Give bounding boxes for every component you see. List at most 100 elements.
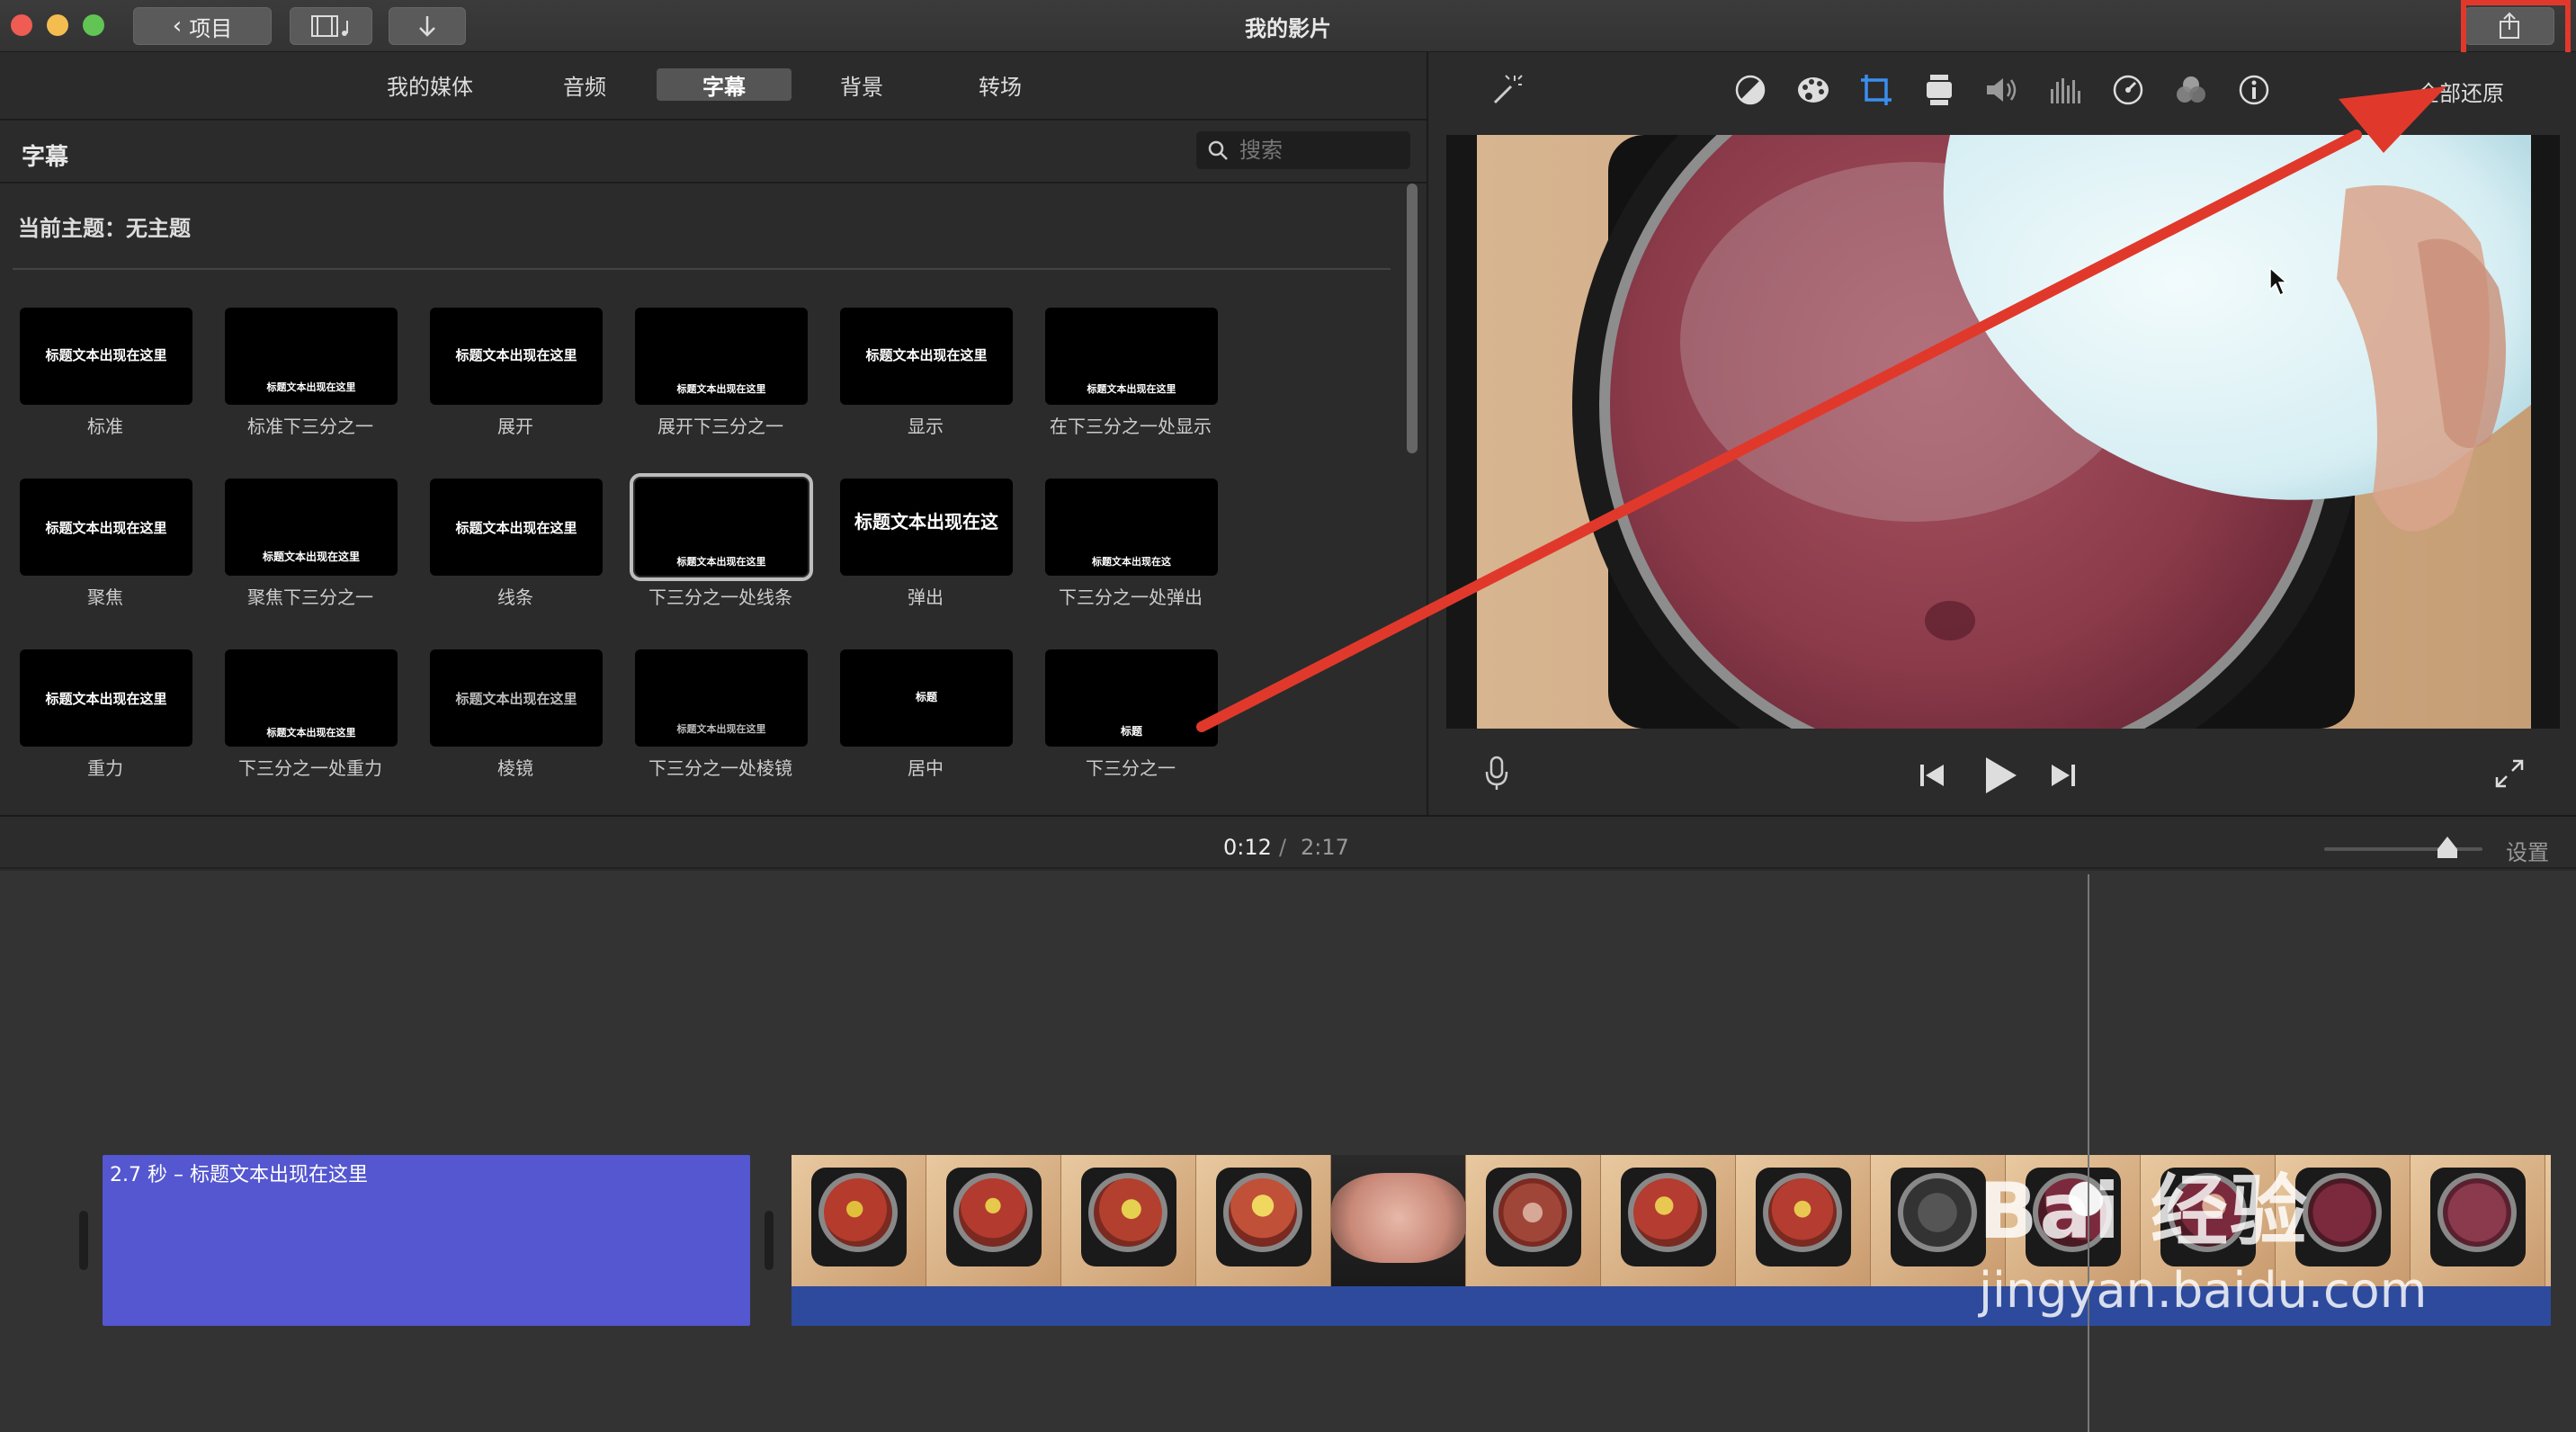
title-thumb-pop-up[interactable]: 标题文本出现在这: [840, 479, 1013, 576]
video-preview: [1446, 9, 2560, 801]
info-icon[interactable]: [2236, 72, 2272, 108]
thumb-preview-text: 标题文本出现在这里: [676, 556, 766, 568]
title-thumb-lower-third[interactable]: 标题: [1045, 649, 1218, 747]
title-thumb-gravity-lower-third[interactable]: 标题文本出现在这里: [225, 649, 398, 747]
title-thumb-label: 聚焦: [87, 586, 123, 608]
thumb-preview-text: 标题文本出现在这里: [1087, 383, 1176, 395]
title-clip[interactable]: 2.7 秒 – 标题文本出现在这里: [103, 1155, 750, 1326]
search-input[interactable]: [1238, 137, 1400, 164]
divider: [0, 182, 1428, 183]
title-thumb-expand[interactable]: 标题文本出现在这里: [430, 308, 603, 405]
title-clip-label: 2.7 秒 – 标题文本出现在这里: [110, 1164, 368, 1186]
filmstrip-frame: [1061, 1155, 1196, 1286]
tab-titles[interactable]: 字幕: [657, 68, 792, 101]
search-icon: [1208, 140, 1228, 160]
filmstrip-frame: [926, 1155, 1061, 1286]
content-browser: 我的媒体 音频 字幕 背景 转场 字幕 当前主题：无主题 标题文本出现在这里 标…: [0, 52, 1428, 815]
filmstrip-frame: [1196, 1155, 1331, 1286]
title-thumb-focus-lower-third[interactable]: 标题文本出现在这里: [225, 479, 398, 576]
thumb-preview-text: 标题文本出现在这里: [45, 347, 167, 363]
total-time: 2:17: [1301, 835, 1349, 860]
tab-my-media[interactable]: 我的媒体: [369, 68, 491, 101]
title-bar: ‹ 项目 我的影片: [0, 0, 2576, 52]
thumb-preview-text: 标题文本出现在这里: [262, 550, 360, 563]
speed-icon[interactable]: [2110, 72, 2146, 108]
color-palette-icon[interactable]: [1795, 72, 1831, 108]
filmstrip-frame: [2411, 1155, 2545, 1286]
filmstrip-frame: [1331, 1155, 1466, 1286]
zoom-slider[interactable]: [2324, 837, 2482, 858]
title-thumb-prism[interactable]: 标题文本出现在这里: [430, 649, 603, 747]
title-thumb-label: 下三分之一: [1086, 757, 1176, 779]
title-thumb-reveal[interactable]: 标题文本出现在这里: [840, 308, 1013, 405]
settings-button[interactable]: 设置: [2506, 835, 2549, 866]
title-thumb-label: 聚焦下三分之一: [247, 586, 373, 608]
thumb-preview-text: 标题: [915, 691, 937, 703]
fullscreen-icon[interactable]: [2488, 752, 2531, 795]
color-balance-icon[interactable]: [1732, 72, 1768, 108]
thumb-preview-text: 标题文本出现在这里: [45, 520, 167, 536]
stabilization-icon[interactable]: [1921, 72, 1957, 108]
title-thumb-label: 显示: [908, 416, 944, 437]
filter-icon[interactable]: [2173, 72, 2209, 108]
title-thumb-focus[interactable]: 标题文本出现在这里: [20, 479, 192, 576]
browser-scrollbar[interactable]: [1407, 183, 1418, 453]
skip-back-icon[interactable]: [1910, 754, 1954, 797]
microphone-icon[interactable]: [1475, 752, 1518, 795]
thumb-preview-text: 标题文本出现在这里: [455, 691, 577, 707]
video-frame-image: [1446, 9, 2560, 801]
watermark: Bai 经验 jingyan.baidu.com: [1979, 1148, 2427, 1319]
title-thumb-label: 下三分之一处棱镜: [648, 757, 792, 779]
search-box[interactable]: [1196, 131, 1410, 169]
filmstrip-frame: [1736, 1155, 1871, 1286]
clip-trim-handle[interactable]: [79, 1211, 88, 1270]
play-icon[interactable]: [1975, 748, 2026, 802]
title-thumb-label: 棱镜: [497, 757, 533, 779]
volume-icon[interactable]: [1984, 72, 2020, 108]
thumb-preview-text: 标题文本出现在这里: [45, 691, 167, 707]
zoom-slider-knob[interactable]: [2437, 837, 2457, 849]
watermark-sub: jingyan.baidu.com: [1979, 1262, 2428, 1319]
divider: [13, 268, 1391, 270]
watermark-main: Bai 经验: [1979, 1167, 2310, 1257]
tab-backgrounds[interactable]: 背景: [801, 68, 923, 101]
title-thumb-label: 下三分之一处弹出: [1059, 586, 1203, 608]
section-title: 字幕: [22, 144, 69, 171]
thumb-preview-text: 标题文本出现在这里: [455, 520, 577, 536]
title-thumb-line[interactable]: 标题文本出现在这里: [430, 479, 603, 576]
divider: [0, 119, 1428, 121]
title-thumb-pop-up-lower-third[interactable]: 标题文本出现在这: [1045, 479, 1218, 576]
title-thumb-label: 弹出: [908, 586, 944, 608]
zoom-slider-knob-base: [2437, 849, 2457, 858]
crop-icon[interactable]: [1858, 72, 1894, 108]
filmstrip-frame: [1466, 1155, 1601, 1286]
title-thumb-gravity[interactable]: 标题文本出现在这里: [20, 649, 192, 747]
tab-transitions[interactable]: 转场: [939, 68, 1061, 101]
reset-all-button[interactable]: 全部还原: [2418, 76, 2504, 107]
title-thumb-centered[interactable]: 标题: [840, 649, 1013, 747]
thumb-preview-text: 标题文本出现在这: [854, 511, 998, 533]
title-thumb-prism-lower-third[interactable]: 标题文本出现在这里: [635, 649, 808, 747]
window-title: 我的影片: [1245, 16, 1331, 41]
timecode-bar: 0:12 / 2:17 设置: [0, 817, 2576, 869]
thumb-preview-text: 标题: [1120, 725, 1142, 738]
skip-forward-icon[interactable]: [2042, 754, 2085, 797]
title-thumb-label: 在下三分之一处显示: [1050, 416, 1212, 437]
equalizer-icon[interactable]: [2047, 72, 2083, 108]
title-thumb-line-lower-third[interactable]: 标题文本出现在这里: [630, 473, 813, 581]
tab-audio[interactable]: 音频: [523, 68, 646, 101]
title-thumb-label: 标准: [87, 416, 123, 437]
title-thumb-standard-lower-third[interactable]: 标题文本出现在这里: [225, 308, 398, 405]
title-thumb-reveal-lower-third[interactable]: 标题文本出现在这里: [1045, 308, 1218, 405]
clip-trim-handle[interactable]: [765, 1211, 774, 1270]
magic-wand-icon[interactable]: [1488, 72, 1524, 108]
title-thumb-label: 下三分之一处重力: [238, 757, 382, 779]
thumb-preview-text: 标题文本出现在这里: [266, 727, 356, 738]
time-separator: /: [1279, 835, 1287, 860]
browser-tabs: 我的媒体 音频 字幕 背景 转场: [0, 63, 1428, 106]
thumb-preview-text: 标题文本出现在这: [1092, 556, 1171, 568]
title-thumb-standard[interactable]: 标题文本出现在这里: [20, 308, 192, 405]
title-thumb-expand-lower-third[interactable]: 标题文本出现在这里: [635, 308, 808, 405]
thumb-preview-text: 标题文本出现在这里: [455, 347, 577, 363]
title-thumb-label: 展开: [497, 416, 533, 437]
